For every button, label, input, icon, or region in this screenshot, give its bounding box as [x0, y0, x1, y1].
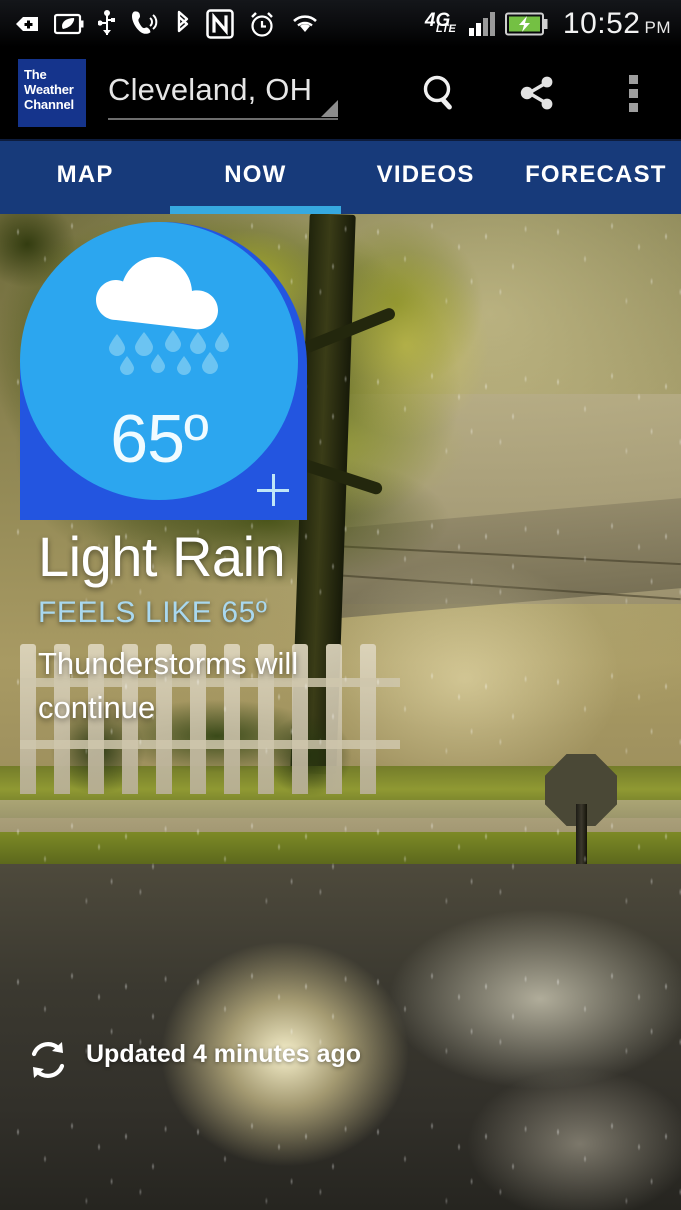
nfc-icon: [206, 8, 234, 39]
weather-app-screen: 4G LTE 10:52 PM The Weather Channel Clev…: [0, 0, 681, 1210]
updated-text: Updated 4 minutes ago: [86, 1040, 362, 1068]
logo-line-1: The: [24, 67, 47, 82]
overflow-dots-icon: [628, 74, 638, 112]
rain-cloud-icon: [96, 257, 229, 375]
network-sub-label: LTE: [435, 22, 456, 35]
logo-line-3: Channel: [24, 97, 74, 112]
current-temperature-card[interactable]: 65º: [20, 222, 307, 520]
chevron-down-icon: [321, 100, 338, 117]
refresh-icon: [31, 1042, 65, 1078]
search-icon: [423, 75, 452, 110]
tab-forecast-label: FORECAST: [525, 160, 667, 188]
call-sound-icon: [132, 10, 158, 34]
location-spinner[interactable]: Cleveland, OH: [108, 62, 338, 124]
tab-indicator: [341, 206, 511, 214]
tab-indicator: [511, 206, 681, 214]
tab-forecast[interactable]: FORECAST: [511, 141, 681, 214]
search-button[interactable]: [393, 46, 489, 140]
clock-meridiem: PM: [644, 17, 671, 37]
battery-eco-icon: [54, 13, 84, 34]
tab-indicator-active: [170, 206, 341, 214]
tab-videos[interactable]: VIDEOS: [341, 141, 511, 214]
usb-icon: [98, 9, 115, 35]
tab-map[interactable]: MAP: [0, 141, 170, 214]
alarm-clock-icon: [251, 11, 273, 37]
overflow-menu-button[interactable]: [585, 46, 681, 140]
tab-videos-label: VIDEOS: [376, 160, 475, 188]
clock-time: 10:52: [562, 6, 641, 40]
tab-now-label: NOW: [224, 160, 287, 188]
status-bar-system-icons: 4G LTE 10:52 PM: [425, 7, 671, 41]
signal-strength-icon: [468, 11, 495, 36]
location-label: Cleveland, OH: [108, 72, 313, 107]
the-weather-channel-logo[interactable]: The Weather Channel: [18, 59, 86, 127]
last-updated-row[interactable]: Updated 4 minutes ago: [26, 1038, 361, 1082]
weather-narrative: Thunderstorms will continue: [38, 646, 299, 725]
wifi-icon: [293, 14, 317, 32]
tab-now[interactable]: NOW: [170, 141, 341, 214]
app-action-bar: The Weather Channel Cleveland, OH: [0, 47, 681, 141]
current-conditions-block: Light Rain FEELS LIKE 65º Thunderstorms …: [38, 526, 348, 730]
status-bar-notification-icons: [14, 8, 425, 39]
network-type-indicator: 4G LTE: [425, 10, 459, 38]
status-bar-clock: 10:52 PM: [559, 7, 671, 41]
main-tab-bar: MAP NOW VIDEOS FORECAST: [0, 141, 681, 214]
temperature-value: 65º: [110, 401, 208, 477]
action-bar-buttons: [393, 46, 681, 140]
share-button[interactable]: [489, 46, 585, 140]
logo-line-2: Weather: [24, 82, 74, 97]
share-icon: [520, 76, 553, 110]
bluetooth-icon: [177, 10, 189, 32]
back-arrow-tag-icon: [16, 16, 38, 31]
tab-map-label: MAP: [56, 160, 114, 188]
android-status-bar[interactable]: 4G LTE 10:52 PM: [0, 0, 681, 47]
expand-details-button[interactable]: [257, 474, 289, 506]
feels-like-label: FEELS LIKE 65º: [38, 596, 268, 629]
battery-charging-icon: [504, 12, 548, 35]
spinner-underline: [108, 118, 338, 120]
tab-indicator: [0, 206, 170, 214]
condition-title: Light Rain: [38, 525, 286, 588]
